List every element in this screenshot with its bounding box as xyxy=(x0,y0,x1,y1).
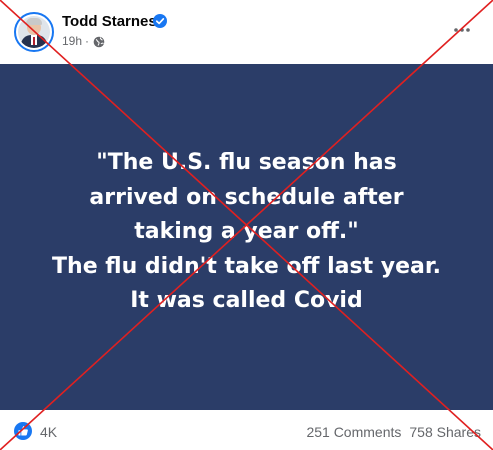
verified-badge-icon xyxy=(153,14,167,28)
post-image[interactable]: "The U.S. flu season has arrived on sche… xyxy=(0,64,493,410)
comments-link[interactable]: 251 Comments xyxy=(306,424,401,440)
post-header: Todd Starnes 19h · xyxy=(0,0,493,64)
reaction-count[interactable]: 4K xyxy=(40,424,57,440)
meta-separator: · xyxy=(85,34,90,48)
post-footer: 4K 251 Comments 758 Shares xyxy=(0,410,493,450)
avatar-photo xyxy=(18,16,50,48)
engagement-counts: 251 Comments 758 Shares xyxy=(306,424,481,440)
post-timestamp[interactable]: 19h xyxy=(62,34,82,48)
like-icon[interactable] xyxy=(14,422,32,440)
post-meta: 19h · xyxy=(62,34,92,49)
author-name[interactable]: Todd Starnes xyxy=(62,13,157,31)
author-avatar[interactable] xyxy=(14,12,54,52)
more-options-icon[interactable] xyxy=(452,20,472,40)
shares-link[interactable]: 758 Shares xyxy=(409,424,481,440)
image-quote-text: "The U.S. flu season has arrived on sche… xyxy=(52,150,441,313)
globe-icon xyxy=(93,36,105,48)
